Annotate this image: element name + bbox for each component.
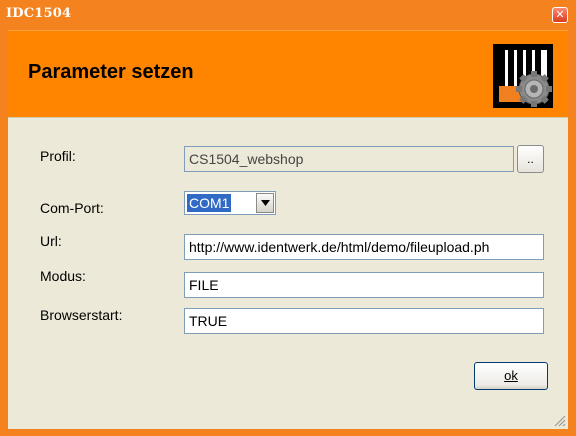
form-panel: Profil: CS1504_webshop .. Com-Port: COM1… bbox=[8, 117, 568, 429]
page-title: Parameter setzen bbox=[28, 61, 194, 83]
ok-button[interactable]: ok bbox=[474, 362, 548, 390]
comport-value: COM1 bbox=[187, 194, 232, 212]
browserstart-field[interactable]: TRUE bbox=[184, 308, 544, 334]
close-button[interactable]: ✕ bbox=[552, 7, 568, 23]
chevron-down-icon[interactable] bbox=[256, 193, 274, 213]
modus-field[interactable]: FILE bbox=[184, 272, 544, 298]
header-banner: Parameter setzen bbox=[8, 30, 568, 118]
resize-grip-icon[interactable] bbox=[552, 413, 566, 427]
browse-button[interactable]: .. bbox=[517, 145, 544, 173]
ok-button-label: ok bbox=[504, 368, 518, 383]
profil-field[interactable]: CS1504_webshop bbox=[184, 146, 514, 172]
url-label: Url: bbox=[40, 233, 62, 249]
dialog-window: IDC1504 ✕ Parameter setzen Profil: CS150… bbox=[0, 0, 576, 436]
window-title: IDC1504 bbox=[6, 6, 72, 21]
comport-label: Com-Port: bbox=[40, 200, 104, 216]
browserstart-label: Browserstart: bbox=[40, 307, 123, 323]
profil-label: Profil: bbox=[40, 148, 76, 164]
modus-label: Modus: bbox=[40, 268, 86, 284]
comport-select[interactable]: COM1 bbox=[184, 191, 276, 215]
title-bar[interactable]: IDC1504 ✕ bbox=[0, 0, 576, 30]
piano-gear-icon bbox=[493, 44, 553, 108]
url-field[interactable]: http://www.identwerk.de/html/demo/fileup… bbox=[184, 234, 544, 260]
